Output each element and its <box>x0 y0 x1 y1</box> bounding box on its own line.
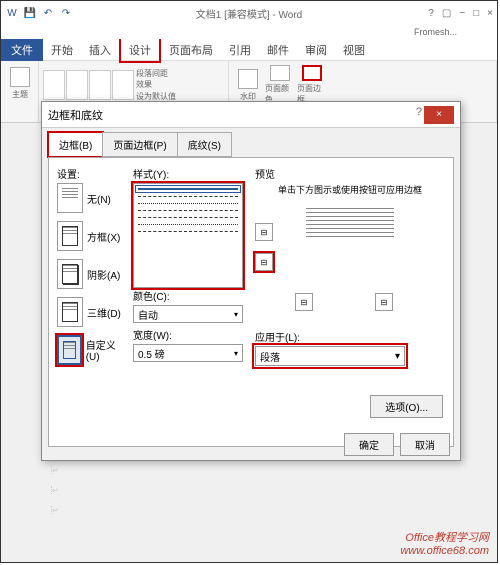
apply-to-combo[interactable]: 段落▾ <box>255 346 405 366</box>
cancel-button[interactable]: 取消 <box>400 433 450 456</box>
settings-label: 设置: <box>57 166 127 181</box>
tab-home[interactable]: 开始 <box>43 39 81 61</box>
tab-design[interactable]: 设计 <box>119 37 161 63</box>
preview-hint: 单击下方图示或使用按钮可应用边框 <box>255 183 445 196</box>
tab-layout[interactable]: 页面布局 <box>161 39 221 61</box>
word-icon: W <box>5 6 19 20</box>
redo-icon[interactable]: ↷ <box>59 6 73 20</box>
preview-diagram[interactable] <box>300 202 400 272</box>
color-combo[interactable]: 自动▾ <box>133 305 243 323</box>
width-label: 宽度(W): <box>133 327 247 342</box>
tab-view[interactable]: 视图 <box>335 39 373 61</box>
save-icon[interactable]: 💾 <box>23 6 37 20</box>
apply-label: 应用于(L): <box>255 329 445 344</box>
dialog-title: 边框和底纹 <box>48 107 103 123</box>
setting-3d[interactable]: 三维(D) <box>57 297 127 327</box>
close-window-icon[interactable]: × <box>487 8 493 19</box>
window-title: 文档1 [兼容模式] - Word <box>196 6 303 21</box>
user-label[interactable]: Fromesh... <box>414 27 457 37</box>
tab-insert[interactable]: 插入 <box>81 39 119 61</box>
tab-mailings[interactable]: 邮件 <box>259 39 297 61</box>
page-border-icon <box>302 65 322 81</box>
doc-format-gallery[interactable] <box>43 70 134 100</box>
tab-file[interactable]: 文件 <box>1 39 43 61</box>
watermark-button[interactable]: 水印 <box>233 65 263 105</box>
dialog-tab-page-border[interactable]: 页面边框(P) <box>102 132 177 157</box>
tab-review[interactable]: 审阅 <box>297 39 335 61</box>
help-icon[interactable]: ? <box>428 8 434 19</box>
dialog-close-button[interactable]: × <box>424 106 454 124</box>
page-border-button[interactable]: 页面边框 <box>297 65 327 105</box>
ribbon-collapse-icon[interactable]: ▢ <box>442 8 451 19</box>
para-spacing-button[interactable]: 段落间距 <box>136 68 176 79</box>
titlebar: W 💾 ↶ ↷ 文档1 [兼容模式] - Word ? ▢ − □ × <box>1 1 497 25</box>
page-color-button[interactable]: 页面颜色 <box>265 65 295 105</box>
page-color-icon <box>270 65 290 81</box>
options-button[interactable]: 选项(O)... <box>370 395 443 418</box>
borders-shading-dialog: 边框和底纹 ? × 边框(B) 页面边框(P) 底纹(S) 设置: 无(N) 方… <box>41 101 461 461</box>
themes-icon <box>10 67 30 87</box>
setting-shadow[interactable]: 阴影(A) <box>57 259 127 289</box>
preview-right-button[interactable]: ⊟ <box>375 293 393 311</box>
preview-label: 预览 <box>255 166 445 181</box>
preview-left-button[interactable]: ⊟ <box>295 293 313 311</box>
document-area[interactable]: ↵ ↵ ↵ <box>51 466 467 526</box>
maximize-icon[interactable]: □ <box>473 8 479 19</box>
style-listbox[interactable] <box>133 183 243 288</box>
undo-icon[interactable]: ↶ <box>41 6 55 20</box>
watermark-icon <box>238 69 258 89</box>
dialog-help-icon[interactable]: ? <box>416 106 422 124</box>
dialog-tab-shading[interactable]: 底纹(S) <box>177 132 232 157</box>
watermark-text: Office教程学习网 www.office68.com <box>400 532 489 558</box>
setting-box[interactable]: 方框(X) <box>57 221 127 251</box>
ok-button[interactable]: 确定 <box>344 433 394 456</box>
themes-button[interactable]: 主题 <box>5 63 35 103</box>
effects-button[interactable]: 效果 <box>136 79 176 90</box>
dialog-tab-border[interactable]: 边框(B) <box>48 132 103 157</box>
tab-references[interactable]: 引用 <box>221 39 259 61</box>
preview-top-button[interactable]: ⊟ <box>255 223 273 241</box>
minimize-icon[interactable]: − <box>459 8 465 19</box>
color-label: 颜色(C): <box>133 288 247 303</box>
setting-custom[interactable]: 自定义(U) <box>57 335 127 365</box>
setting-none[interactable]: 无(N) <box>57 183 127 213</box>
ribbon-tabs: 文件 开始 插入 设计 页面布局 引用 邮件 审阅 视图 <box>1 39 497 61</box>
preview-bottom-button[interactable]: ⊟ <box>255 253 273 271</box>
style-label: 样式(Y): <box>133 166 247 181</box>
width-combo[interactable]: 0.5 磅▾ <box>133 344 243 362</box>
